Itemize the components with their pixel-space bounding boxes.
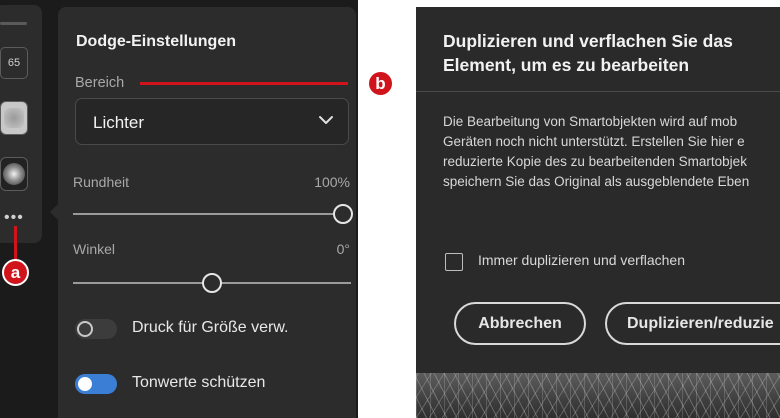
dialog-body-line: Die Bearbeitung von Smartobjekten wird a… bbox=[443, 114, 738, 129]
strip-grip-handle[interactable] bbox=[0, 22, 27, 25]
dialog-divider bbox=[416, 91, 780, 92]
roundness-slider-thumb[interactable] bbox=[332, 204, 353, 224]
dialog-title: Duplizieren und verflachen Sie das Eleme… bbox=[443, 31, 733, 75]
tool-options-strip: 65 ••• bbox=[0, 5, 42, 243]
dialog-body-line: reduzierte Kopie des zu bearbeitenden Sm… bbox=[443, 154, 747, 169]
pressure-size-toggle[interactable] bbox=[75, 319, 117, 339]
range-dropdown-value: Lichter bbox=[93, 113, 145, 132]
chevron-down-icon bbox=[319, 116, 333, 124]
callout-a-badge: a bbox=[2, 259, 29, 286]
soft-brush-tip-button[interactable] bbox=[0, 101, 28, 135]
callout-b-line bbox=[140, 82, 348, 85]
roundness-value: 100% bbox=[314, 174, 350, 190]
always-duplicate-checkbox[interactable] bbox=[445, 253, 463, 271]
background-photo bbox=[416, 373, 780, 418]
protect-tones-label: Tonwerte schützen bbox=[132, 374, 266, 391]
range-dropdown[interactable]: Lichter bbox=[75, 98, 349, 145]
pressure-size-row: Druck für Größe verw. bbox=[75, 317, 345, 341]
dodge-settings-popover: Dodge-Einstellungen Bereich Lichter Rund… bbox=[58, 7, 356, 418]
toggle-knob bbox=[78, 377, 92, 391]
round-brush-icon bbox=[3, 163, 25, 185]
protect-tones-row: Tonwerte schützen bbox=[75, 372, 345, 396]
dialog-body-line: Geräten noch nicht unterstützt. Erstelle… bbox=[443, 134, 745, 149]
brush-size-field[interactable]: 65 bbox=[0, 47, 28, 79]
more-options-button[interactable]: ••• bbox=[4, 210, 24, 226]
dialog-body-line: speichern Sie das Original als ausgeblen… bbox=[443, 174, 750, 189]
dialog-body: Die Bearbeitung von Smartobjekten wird a… bbox=[443, 112, 780, 192]
protect-tones-toggle[interactable] bbox=[75, 374, 117, 394]
angle-slider-thumb[interactable] bbox=[202, 273, 222, 293]
brush-size-value: 65 bbox=[7, 57, 21, 69]
cancel-button[interactable]: Abbrechen bbox=[454, 302, 586, 345]
duplicate-flatten-button[interactable]: Duplizieren/reduzie bbox=[605, 302, 780, 345]
always-duplicate-label: Immer duplizieren und verflachen bbox=[478, 252, 685, 268]
range-label: Bereich bbox=[75, 75, 125, 91]
toggle-knob bbox=[77, 321, 93, 337]
roundness-slider-track[interactable] bbox=[73, 213, 351, 215]
round-brush-tip-button[interactable] bbox=[0, 157, 28, 191]
callout-b-badge: b bbox=[367, 70, 394, 97]
duplicate-flatten-dialog: Duplizieren und verflachen Sie das Eleme… bbox=[416, 7, 780, 418]
soft-brush-icon bbox=[4, 108, 24, 128]
angle-label: Winkel bbox=[73, 241, 116, 257]
popover-title: Dodge-Einstellungen bbox=[76, 33, 236, 50]
callout-a-line bbox=[14, 226, 17, 260]
pressure-size-label: Druck für Größe verw. bbox=[132, 319, 289, 336]
roundness-label: Rundheit bbox=[73, 174, 130, 190]
dodge-tool-panel: 65 ••• Dodge-Einstellungen Bereich Licht… bbox=[0, 0, 358, 418]
angle-value: 0° bbox=[336, 241, 350, 257]
